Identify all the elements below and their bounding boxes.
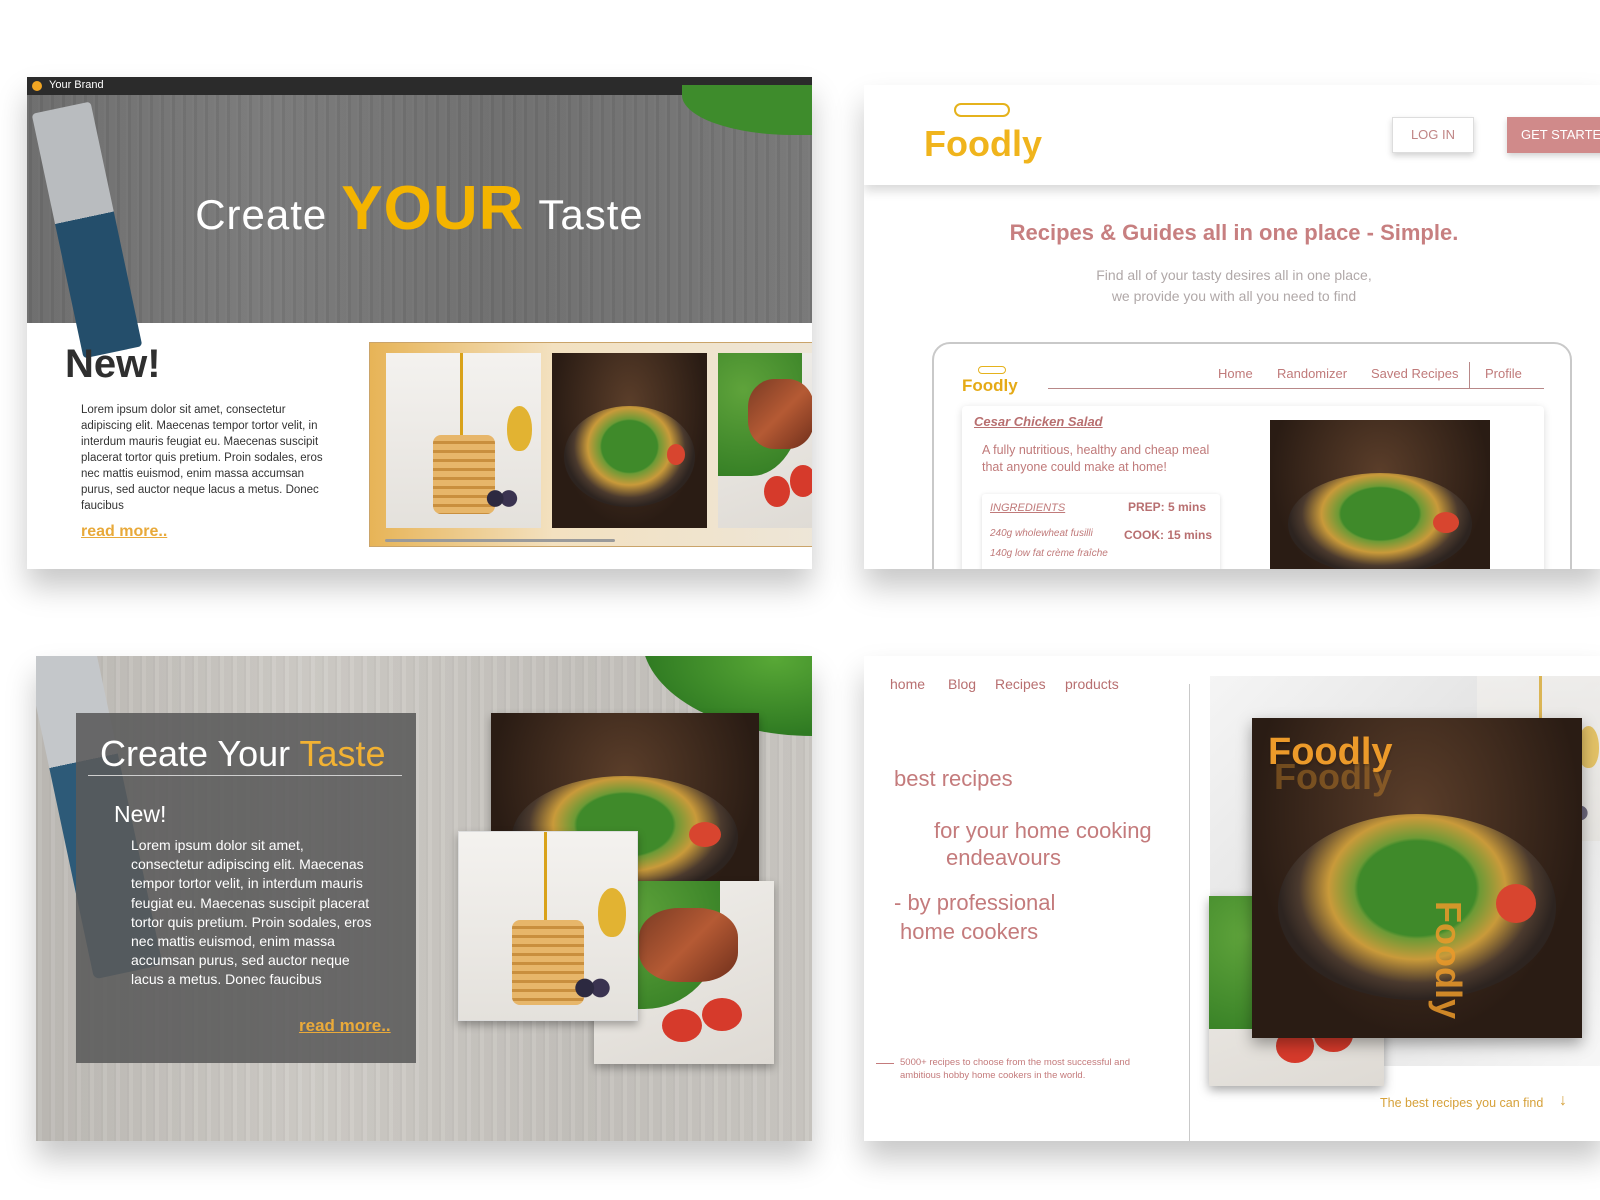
subtitle-line-1: Find all of your tasty desires all in on… — [1096, 267, 1372, 283]
prep-time: PREP: 5 mins — [1128, 500, 1207, 514]
nav-profile[interactable]: Profile — [1485, 366, 1522, 381]
gallery-scrollbar[interactable] — [385, 539, 615, 542]
salad-bowl-photo[interactable] — [552, 353, 707, 528]
nav-blog[interactable]: Blog — [948, 676, 976, 692]
tagline-endeavours: endeavours — [946, 845, 1061, 870]
recipe-count-note: 5000+ recipes to choose from the most su… — [900, 1057, 1130, 1081]
hero-title-left: Create — [195, 191, 328, 238]
cook-time: COOK: 15 mins — [1124, 528, 1213, 542]
rolling-pin-icon — [954, 103, 1010, 117]
device-mockup: Foodly Home Randomizer Saved Recipes Pro… — [932, 342, 1572, 569]
login-button[interactable]: LOG IN — [1392, 117, 1474, 153]
tagline-best-recipes: best recipes — [894, 766, 1013, 791]
title-underline — [88, 775, 402, 776]
hero-title-right: Taste — [538, 191, 644, 238]
column-divider — [1189, 684, 1190, 1141]
tagline-professional: - by professional — [894, 890, 1056, 915]
recipe-photo — [1270, 420, 1490, 569]
panel-create-your-taste-light: Your Brand Create YOUR Taste New! Lorem ip… — [27, 77, 812, 569]
hero-banner: Create YOUR Taste — [27, 85, 812, 359]
intro-overlay-box: Create Your Taste New! Lorem ipsum dolor… — [76, 713, 416, 1063]
panel-foodly-hero: home Blog Recipes products best recipes … — [864, 656, 1600, 1141]
leaf-image — [682, 85, 812, 135]
recipe-description: A fully nutritious, healthy and cheap me… — [982, 443, 1210, 474]
overlay-title-main: Create Your — [100, 733, 291, 774]
pancake-photo[interactable] — [386, 353, 541, 528]
ingredient-item: 240g wholewheat fusilli — [990, 528, 1093, 539]
dash-divider — [876, 1063, 894, 1064]
read-more-link[interactable]: read more.. — [299, 1016, 391, 1036]
ingredients-label[interactable]: INGREDIENTS — [990, 502, 1065, 514]
nav-divider — [1469, 362, 1470, 388]
salmon-plate-photo[interactable] — [718, 353, 812, 528]
overlay-title-accent: Taste — [299, 733, 386, 774]
overlay-title: Create Your Taste — [100, 733, 386, 775]
nav-underline — [1048, 388, 1544, 389]
nav-home[interactable]: Home — [1218, 366, 1253, 381]
nav-products[interactable]: products — [1065, 676, 1119, 692]
new-heading: New! — [114, 801, 167, 827]
recipe-card[interactable]: Cesar Chicken Salad A fully nutritious, … — [962, 406, 1544, 569]
nav-home[interactable]: home — [890, 676, 925, 692]
nav-randomizer[interactable]: Randomizer — [1277, 366, 1347, 381]
page-subtitle: Find all of your tasty desires all in on… — [864, 265, 1600, 307]
subtitle-line-2: we provide you with all you need to find — [1111, 288, 1357, 304]
brand-name[interactable]: Your Brand — [49, 79, 104, 91]
foodly-vertical-logo: Foodly — [1428, 901, 1469, 1019]
tagline-home-cookers: home cookers — [900, 919, 1039, 944]
tagline-home-cooking: for your home cooking — [934, 818, 1152, 843]
intro-text: Lorem ipsum dolor sit amet, consectetur … — [131, 837, 372, 988]
brand-dot-icon — [32, 81, 42, 91]
nav-saved-recipes[interactable]: Saved Recipes — [1371, 366, 1458, 381]
read-more-link[interactable]: read more.. — [81, 523, 167, 541]
device-logo[interactable]: Foodly — [962, 376, 1018, 396]
panel-foodly-landing: Foodly LOG IN GET STARTED Recipes & Guid… — [864, 85, 1600, 569]
rolling-pin-icon — [978, 366, 1006, 374]
get-started-button[interactable]: GET STARTED — [1507, 117, 1600, 153]
recipe-title[interactable]: Cesar Chicken Salad — [974, 414, 1103, 429]
photo-gallery[interactable] — [369, 342, 812, 547]
nav-recipes[interactable]: Recipes — [995, 676, 1046, 692]
arrow-down-icon[interactable]: ↓ — [1559, 1092, 1567, 1110]
new-heading: New! — [65, 342, 161, 386]
best-recipes-caption[interactable]: The best recipes you can find — [1380, 1096, 1543, 1110]
panel-create-your-taste-collage: Create Your Taste New! Lorem ipsum dolor… — [36, 656, 812, 1141]
top-navigation: Foodly LOG IN GET STARTED — [864, 85, 1600, 185]
intro-text: Lorem ipsum dolor sit amet, consectetur … — [81, 404, 323, 512]
foodly-logo[interactable]: Foodly — [924, 123, 1042, 165]
foodly-logo[interactable]: Foodly — [1268, 731, 1393, 774]
pancake-photo[interactable] — [458, 831, 638, 1021]
hero-title: Create YOUR Taste — [27, 173, 812, 244]
ingredient-item: 140g low fat crème fraîche — [990, 548, 1108, 559]
hero-title-highlight: YOUR — [341, 174, 525, 243]
page-headline: Recipes & Guides all in one place - Simp… — [1009, 220, 1459, 245]
ingredients-box: INGREDIENTS PREP: 5 mins COOK: 15 mins 2… — [982, 494, 1220, 569]
